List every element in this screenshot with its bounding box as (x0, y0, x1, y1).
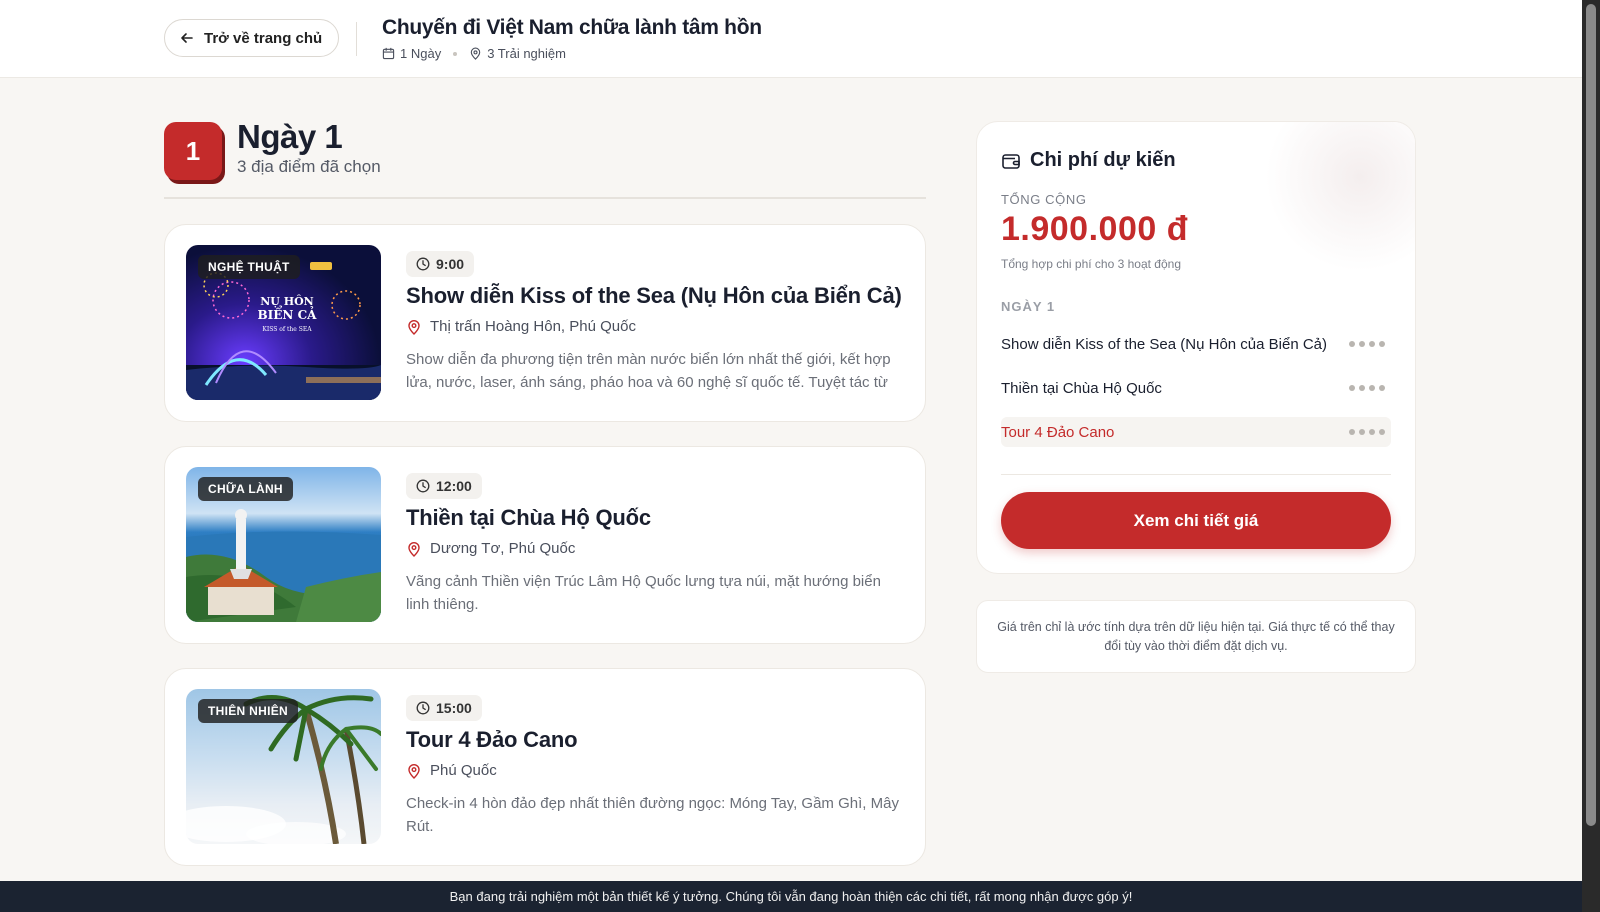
clock-icon (416, 701, 430, 715)
header-divider (356, 22, 357, 56)
category-tag: THIÊN NHIÊN (198, 699, 298, 723)
vertical-scrollbar[interactable] (1582, 0, 1600, 912)
day-subtitle: 3 địa điểm đã chọn (237, 157, 381, 176)
clock-icon (416, 479, 430, 493)
total-value: 1.900.000 đ (1001, 210, 1188, 248)
arrow-left-icon (181, 33, 193, 43)
cost-item[interactable]: Show diễn Kiss of the Sea (Nụ Hôn của Bi… (1001, 329, 1391, 359)
day-title: Ngày 1 (237, 118, 343, 155)
loading-dots (1349, 429, 1391, 435)
trip-experiences: 3 Trải nghiệm (469, 46, 566, 61)
trip-meta: 1 Ngày 3 Trải nghiệm (382, 46, 566, 61)
price-disclaimer: Giá trên chỉ là ước tính dựa trên dữ liệ… (976, 600, 1416, 673)
time-chip: 15:00 (406, 695, 482, 721)
trip-days: 1 Ngày (382, 46, 441, 61)
map-pin-icon (408, 541, 420, 557)
activity-card[interactable]: THIÊN NHIÊN 15:00 Tour 4 Đảo Cano Phú Qu… (164, 668, 926, 866)
show-logo: NỤ HÔN BIỂN CẢ KISS of the SEA (252, 295, 322, 333)
time-label: 9:00 (436, 256, 465, 272)
cost-item-name: Tour 4 Đảo Cano (1001, 423, 1115, 441)
total-note: Tổng hợp chi phí cho 3 hoạt động (1001, 257, 1181, 271)
back-home-button[interactable]: Trở về trang chủ (164, 19, 340, 57)
view-price-details-button[interactable]: Xem chi tiết giá (1001, 492, 1391, 549)
time-chip: 12:00 (406, 473, 482, 499)
cost-heading: Chi phí dự kiến (1001, 149, 1176, 172)
meta-separator (453, 51, 458, 56)
activity-card[interactable]: CHỮA LÀNH 12:00 Thiền tại Chùa Hộ Quốc D… (164, 446, 926, 644)
activity-location: Phú Quốc (406, 762, 497, 779)
loading-dots (1349, 385, 1391, 391)
activity-title[interactable]: Tour 4 Đảo Cano (406, 727, 578, 753)
calendar-icon (382, 47, 395, 60)
prototype-notice-bar: Bạn đang trải nghiệm một bản thiết kế ý … (0, 881, 1582, 912)
map-pin-icon (408, 763, 420, 779)
total-label: TỔNG CỘNG (1001, 192, 1087, 207)
activity-image: THIÊN NHIÊN (186, 689, 381, 844)
category-tag: NGHỆ THUẬT (198, 255, 300, 279)
activity-description: Show diễn đa phương tiện trên màn nước b… (406, 351, 891, 391)
activity-title[interactable]: Thiền tại Chùa Hộ Quốc (406, 505, 651, 531)
activity-image: NỤ HÔN BIỂN CẢ KISS of the SEA NGHỆ THUẬ… (186, 245, 381, 400)
cost-item-name: Thiền tại Chùa Hộ Quốc (1001, 379, 1162, 397)
loading-dots (1349, 341, 1391, 347)
activity-location-label: Phú Quốc (430, 762, 497, 779)
time-chip: 9:00 (406, 251, 475, 277)
panel-decoration (1265, 122, 1415, 272)
panel-divider (1001, 474, 1391, 475)
scrollbar-thumb[interactable] (1586, 4, 1596, 826)
activity-location-label: Thị trấn Hoàng Hôn, Phú Quốc (430, 318, 636, 335)
wallet-icon (1002, 153, 1020, 169)
trip-experiences-label: 3 Trải nghiệm (487, 46, 566, 61)
cost-day-label: NGÀY 1 (1001, 299, 1056, 314)
trip-title: Chuyến đi Việt Nam chữa lành tâm hồn (382, 16, 762, 39)
show-logo-line-1: NỤ HÔN (260, 295, 314, 308)
activity-title[interactable]: Show diễn Kiss of the Sea (Nụ Hôn của Bi… (406, 283, 902, 309)
category-tag: CHỮA LÀNH (198, 477, 293, 501)
cost-item[interactable]: Thiền tại Chùa Hộ Quốc (1001, 373, 1391, 403)
clock-icon (416, 257, 430, 271)
activity-location-label: Dương Tơ, Phú Quốc (430, 540, 576, 557)
time-label: 15:00 (436, 700, 472, 716)
activity-image: CHỮA LÀNH (186, 467, 381, 622)
time-label: 12:00 (436, 478, 472, 494)
show-logo-line-2: BIỂN CẢ (257, 308, 317, 322)
cost-summary-panel: Chi phí dự kiến TỔNG CỘNG 1.900.000 đ Tổ… (976, 121, 1416, 574)
activity-card[interactable]: NỤ HÔN BIỂN CẢ KISS of the SEA NGHỆ THUẬ… (164, 224, 926, 422)
day-number-badge: 1 (164, 122, 222, 180)
back-home-label: Trở về trang chủ (204, 29, 323, 47)
activity-description: Vãng cảnh Thiền viện Trúc Lâm Hộ Quốc lư… (406, 573, 881, 613)
top-header: Trở về trang chủ Chuyến đi Việt Nam chữa… (0, 0, 1582, 78)
activity-description: Check-in 4 hòn đảo đẹp nhất thiên đường … (406, 795, 899, 835)
trip-days-label: 1 Ngày (400, 46, 442, 61)
prototype-notice-text: Bạn đang trải nghiệm một bản thiết kế ý … (449, 889, 1133, 904)
show-logo-line-3: KISS of the SEA (262, 326, 312, 333)
activity-location: Dương Tơ, Phú Quốc (406, 540, 575, 557)
cost-heading-label: Chi phí dự kiến (1030, 149, 1176, 171)
day-divider (164, 197, 926, 199)
map-pin-icon (408, 319, 420, 335)
cost-item-name: Show diễn Kiss of the Sea (Nụ Hôn của Bi… (1001, 335, 1328, 353)
map-pin-icon (470, 47, 481, 60)
cost-item-active[interactable]: Tour 4 Đảo Cano (1001, 417, 1391, 447)
activity-location: Thị trấn Hoàng Hôn, Phú Quốc (406, 318, 636, 335)
